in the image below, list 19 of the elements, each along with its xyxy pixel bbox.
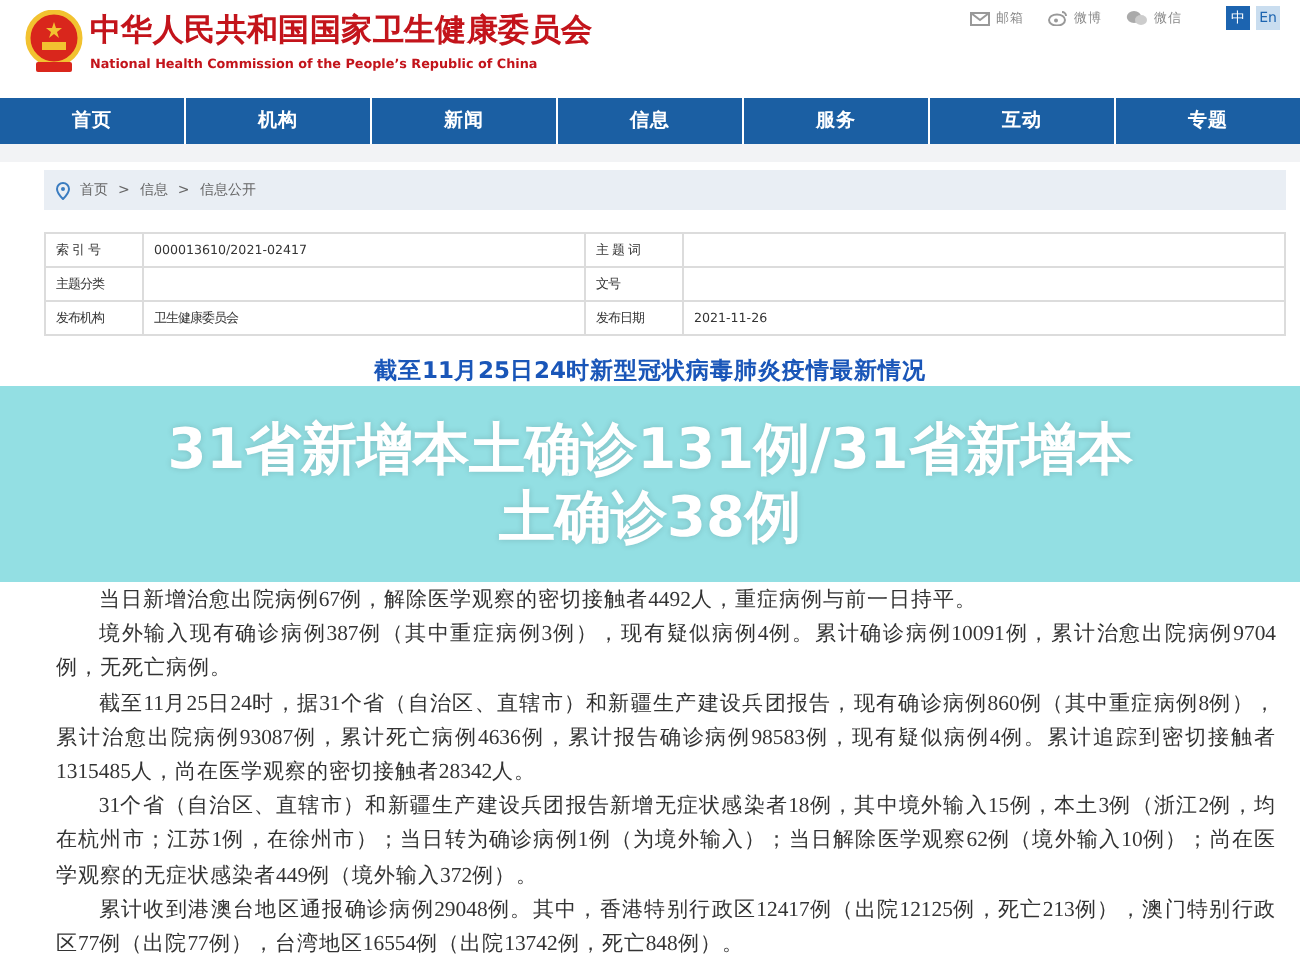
national-emblem-icon bbox=[24, 10, 84, 74]
nav-tab[interactable]: 首页 bbox=[0, 98, 186, 144]
article-paragraph: 累计收到港澳台地区通报确诊病例29048例。其中，香港特别行政区12417例（出院12125例，死亡213例），澳门特别行政区77例（出院77例），台湾地区16554例（出院13742例，死亡848例）。 bbox=[56, 895, 1276, 958]
article-paragraph: 境外输入现有确诊病例387例（其中重症病例3例），现有疑似病例4例。累计确诊病例10091例，累计治愈出院病例9704例，无死亡病例。 bbox=[56, 620, 1276, 685]
article-paragraph: 当日新增治愈出院病例67例，解除医学观察的密切接触者4492人，重症病例与前一日持平。 bbox=[96, 586, 979, 616]
mail-icon bbox=[970, 11, 990, 25]
location-pin-icon bbox=[56, 181, 70, 199]
site-title: 中华人民共和国国家卫生健康委员会 bbox=[90, 10, 593, 50]
nav-tab[interactable]: 专题 bbox=[1116, 98, 1300, 144]
nav-tab[interactable]: 互动 bbox=[930, 98, 1116, 144]
nav-tab[interactable]: 新闻 bbox=[372, 98, 558, 144]
article-title: 截至11月25日24时新型冠状病毒肺炎疫情最新情况 bbox=[373, 356, 926, 384]
nav-tab[interactable]: 机构 bbox=[186, 98, 372, 144]
nav-tab[interactable]: 服务 bbox=[744, 98, 930, 144]
banner-headline: 31省新增本土确诊131例/31省新增本土确诊38例 bbox=[165, 416, 1135, 552]
nav-tab[interactable]: 信息 bbox=[558, 98, 744, 144]
article-paragraph: 31个省（自治区、直辖市）和新疆生产建设兵团报告新增无症状感染者18例，其中境外输入15例，本土3例（浙江2例，均在杭州市；江苏1例，在徐州市）；当日转为确诊病例1例（为境外输入）；当日解除医学观察62例（境外输入10例）；尚在医学观察的无症状感染者449例（境外输入372例）。 bbox=[56, 792, 1276, 892]
article-paragraph: 截至11月25日24时，据31个省（自治区、直辖市）和新疆生产建设兵团报告，现有确诊病例860例（其中重症病例8例），累计治愈出院病例93087例，累计死亡病例4636例，累计报告确诊病例98583例，现有疑似病例4例。累计追踪到密切接触者1315485人，尚在医学观察的密切接触者28342人。 bbox=[56, 689, 1276, 789]
chat-bubbles-icon bbox=[1126, 10, 1148, 26]
